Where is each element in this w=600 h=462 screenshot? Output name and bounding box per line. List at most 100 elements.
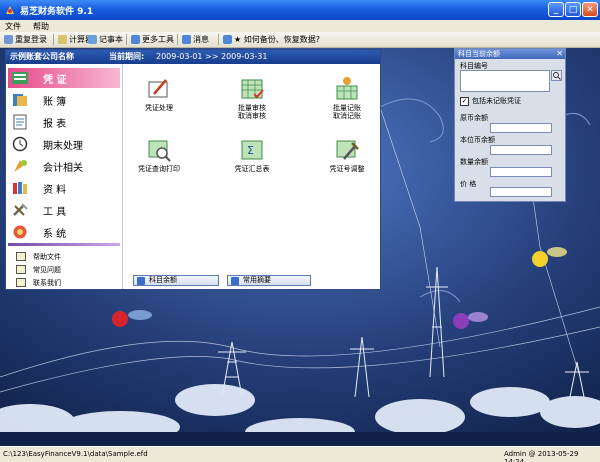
help-file-link[interactable]: 帮助文件 <box>16 251 61 262</box>
backup-help-label: ★ 如何备份、恢复数据? <box>234 35 320 44</box>
func-label: 凭证处理 <box>145 104 173 112</box>
sidebar-item-ledger[interactable]: 账 簿 <box>8 90 120 110</box>
system-icon <box>13 225 27 239</box>
voucher-process-button[interactable]: 凭证处理 <box>129 76 189 112</box>
sidebar-label: 会计相关 <box>43 162 83 174</box>
voucher-summary-button[interactable]: Σ 凭证汇总表 <box>222 137 282 173</box>
original-balance-label: 原币余额 <box>460 114 488 122</box>
quantity-balance-field <box>490 167 552 177</box>
local-balance-label: 本位币余额 <box>460 136 495 144</box>
more-tools-label: 更多工具 <box>142 35 174 44</box>
title-bar: 易芝财务软件 9.1 _ □ ✕ <box>0 0 600 20</box>
func-label: 凭证查询打印 <box>138 165 180 173</box>
calculator-icon <box>58 35 67 44</box>
sidebar-item-data[interactable]: 资 料 <box>8 178 120 198</box>
tools-icon <box>131 35 140 44</box>
sidebar-item-voucher[interactable]: 凭 证 <box>8 68 120 88</box>
accounting-icon <box>14 160 27 172</box>
maximize-button[interactable]: □ <box>565 2 581 17</box>
quantity-balance-label: 数量余额 <box>460 158 488 166</box>
relogin-button[interactable]: 重复登录 <box>4 34 47 45</box>
period-label: 当前期间: <box>109 52 145 61</box>
message-button[interactable]: 消息 <box>182 34 209 45</box>
price-label: 价 格 <box>460 180 477 188</box>
balance-icon <box>137 276 145 285</box>
voucher-edit-icon <box>148 79 168 98</box>
notepad-icon <box>88 35 97 44</box>
message-label: 消息 <box>193 35 209 44</box>
common-summary-label: 常用摘要 <box>243 276 271 284</box>
close-button[interactable]: ✕ <box>582 2 598 17</box>
sidebar-label: 报 表 <box>43 118 67 130</box>
search-icon <box>553 72 561 80</box>
include-unposted-checkbox[interactable]: ✓ 包括未记账凭证 <box>460 96 521 106</box>
side-close-icon[interactable]: ✕ <box>556 49 563 59</box>
period-value: 2009-03-01 >> 2009-03-31 <box>156 52 268 61</box>
func-label-2: 取消记账 <box>333 112 361 120</box>
sidebar-item-system[interactable]: 系 统 <box>8 222 120 242</box>
sidebar-label: 期末处理 <box>43 140 83 152</box>
sidebar-item-report[interactable]: 报 表 <box>8 112 120 132</box>
help-icon <box>223 35 232 44</box>
notepad-button[interactable]: 记事本 <box>88 34 123 45</box>
faq-icon <box>16 265 26 274</box>
window-title: 易芝财务软件 9.1 <box>20 7 94 17</box>
batch-audit-button[interactable]: 批量审核 取消审核 <box>222 76 282 120</box>
more-tools-button[interactable]: 更多工具 <box>131 34 174 45</box>
user-timestamp: Admin @ 2013-05-29 14:24 <box>504 450 579 462</box>
checkbox-checked-icon: ✓ <box>460 96 469 106</box>
sidebar-item-period-end[interactable]: 期末处理 <box>8 134 120 154</box>
account-balance-label: 科目余额 <box>149 276 177 284</box>
sidebar-label: 账 簿 <box>43 96 67 108</box>
faq-link[interactable]: 常见问题 <box>16 264 61 275</box>
relogin-label: 重复登录 <box>15 35 47 44</box>
help-file-label: 帮助文件 <box>33 252 61 261</box>
func-label: 凭证号调整 <box>329 165 365 173</box>
contact-icon <box>16 278 26 287</box>
main-panel: 示例账套公司名称 当前期间: 2009-03-01 >> 2009-03-31 … <box>5 49 381 290</box>
func-label: 凭证汇总表 <box>234 165 270 173</box>
side-panel-header: 科目当前余额 ✕ <box>455 49 565 59</box>
sidebar-item-tools[interactable]: 工 具 <box>8 200 120 220</box>
account-balance-button[interactable]: 科目余额 <box>133 275 219 286</box>
ledger-icon <box>13 94 27 106</box>
summary-list-icon <box>231 276 239 285</box>
menu-bar: 文件 帮助 <box>0 20 600 32</box>
sidebar-nav: 凭 证 账 簿 报 表 期末处理 会计相关 资 料 工 具 系 统 帮助文件 常… <box>6 64 123 289</box>
message-icon <box>182 35 191 44</box>
sidebar-label: 凭 证 <box>43 74 67 86</box>
renumber-icon <box>336 140 359 160</box>
books-icon <box>13 182 27 194</box>
svg-text:Σ: Σ <box>247 144 254 157</box>
batch-audit-icon <box>241 79 264 99</box>
faq-label: 常见问题 <box>33 265 61 274</box>
account-code-input[interactable] <box>460 70 550 92</box>
include-unposted-label: 包括未记账凭证 <box>472 97 521 105</box>
common-summary-button[interactable]: 常用摘要 <box>227 275 311 286</box>
backup-help-button[interactable]: ★ 如何备份、恢复数据? <box>223 34 320 45</box>
nav-divider <box>8 243 120 246</box>
voucher-query-button[interactable]: 凭证查询打印 <box>129 137 189 173</box>
app-window: 易芝财务软件 9.1 _ □ ✕ 文件 帮助 重复登录 计算器 记事本 更多工具 <box>0 0 600 462</box>
menu-file[interactable]: 文件 <box>5 21 21 32</box>
minimize-button[interactable]: _ <box>548 2 564 17</box>
func-label-2: 取消审核 <box>238 112 266 120</box>
menu-help[interactable]: 帮助 <box>33 21 49 32</box>
help-file-icon <box>16 252 26 261</box>
voucher-renumber-button[interactable]: 凭证号调整 <box>317 137 377 173</box>
summary-icon: Σ <box>241 140 263 160</box>
search-button[interactable] <box>551 70 562 81</box>
batch-post-button[interactable]: 批量记账 取消记账 <box>317 76 377 120</box>
company-name: 示例账套公司名称 <box>10 52 74 61</box>
report-icon <box>13 114 27 130</box>
notepad-label: 记事本 <box>99 35 123 44</box>
status-bar: C:\123\EasyFinanceV9.1\data\Sample.efd A… <box>0 446 600 462</box>
contact-link[interactable]: 联系我们 <box>16 277 61 288</box>
voucher-icon <box>12 72 28 84</box>
voucher-query-icon <box>148 140 171 162</box>
sidebar-item-accounting[interactable]: 会计相关 <box>8 156 120 176</box>
clock-icon <box>12 136 28 152</box>
local-balance-field <box>490 145 552 155</box>
side-panel-title: 科目当前余额 <box>458 50 500 58</box>
batch-post-icon <box>336 77 358 100</box>
